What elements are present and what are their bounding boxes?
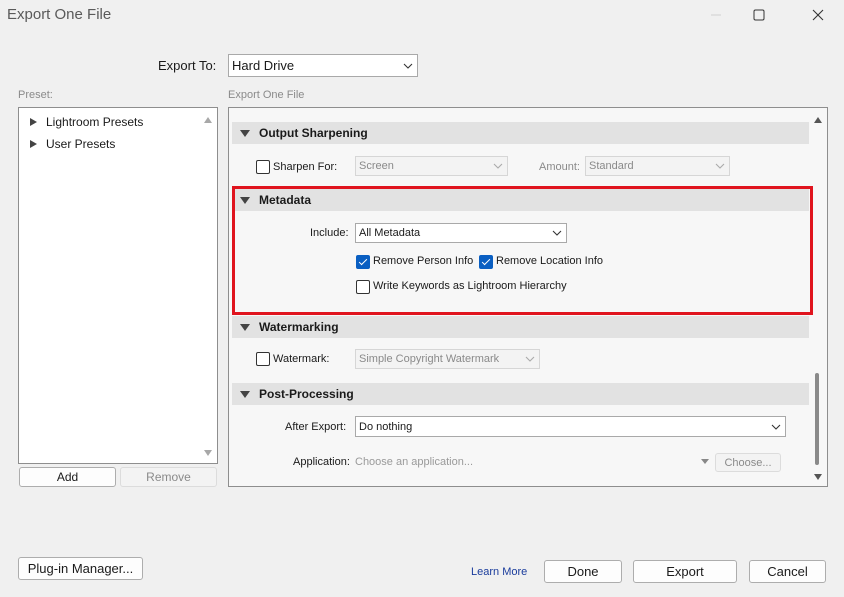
- remove-preset-button[interactable]: Remove: [120, 467, 217, 487]
- export-panel-label: Export One File: [228, 89, 305, 101]
- after-export-value: Do nothing: [359, 420, 413, 433]
- amount-dropdown[interactable]: Standard: [585, 156, 730, 176]
- choose-application-button[interactable]: Choose...: [715, 453, 781, 472]
- cancel-button[interactable]: Cancel: [749, 560, 826, 583]
- metadata-highlight-box: [232, 186, 813, 315]
- triangle-down-icon: [240, 129, 250, 137]
- triangle-right-icon: [30, 140, 37, 148]
- preset-item-user-presets[interactable]: User Presets: [30, 137, 115, 151]
- section-title: Output Sharpening: [259, 126, 368, 140]
- maximize-icon: [753, 9, 765, 21]
- export-to-value: Hard Drive: [232, 58, 295, 73]
- section-title: Watermarking: [259, 320, 339, 334]
- maximize-button[interactable]: [736, 0, 782, 30]
- post-processing-header[interactable]: Post-Processing: [232, 383, 809, 405]
- application-field[interactable]: Choose an application...: [355, 456, 473, 468]
- watermark-value: Simple Copyright Watermark: [359, 353, 500, 365]
- scroll-down-icon[interactable]: [204, 450, 212, 456]
- plugin-manager-button[interactable]: Plug-in Manager...: [18, 557, 143, 580]
- export-to-dropdown[interactable]: Hard Drive: [228, 54, 418, 77]
- triangle-down-icon: [240, 323, 250, 331]
- chevron-down-icon: [767, 417, 785, 436]
- close-button[interactable]: [795, 0, 841, 30]
- amount-value: Standard: [589, 160, 634, 172]
- preset-list[interactable]: Lightroom Presets User Presets: [18, 107, 218, 464]
- preset-item-lightroom-presets[interactable]: Lightroom Presets: [30, 115, 143, 129]
- amount-label: Amount:: [539, 161, 580, 173]
- after-export-dropdown[interactable]: Do nothing: [355, 416, 786, 437]
- sharpen-for-checkbox[interactable]: [256, 160, 270, 174]
- export-panel-scrollbar-thumb[interactable]: [815, 373, 819, 465]
- triangle-right-icon: [30, 118, 37, 126]
- scroll-up-icon[interactable]: [204, 117, 212, 123]
- watermark-label: Watermark:: [273, 353, 330, 365]
- watermarking-header[interactable]: Watermarking: [232, 316, 809, 338]
- after-export-label: After Export:: [285, 421, 347, 433]
- application-label: Application:: [293, 456, 350, 468]
- done-button[interactable]: Done: [544, 560, 622, 583]
- sharpen-for-dropdown[interactable]: Screen: [355, 156, 508, 176]
- section-title: Post-Processing: [259, 387, 354, 401]
- chevron-down-icon: [489, 157, 507, 175]
- title-bar: Export One File: [0, 0, 844, 30]
- export-to-label: Export To:: [158, 58, 217, 73]
- learn-more-link[interactable]: Learn More: [471, 566, 527, 578]
- sharpen-for-label: Sharpen For:: [273, 161, 338, 173]
- minimize-icon: [711, 14, 721, 16]
- chevron-down-icon: [399, 55, 417, 76]
- export-button[interactable]: Export: [633, 560, 737, 583]
- chevron-down-icon: [711, 157, 729, 175]
- scroll-up-icon[interactable]: [814, 117, 822, 123]
- minimize-button[interactable]: [693, 0, 739, 30]
- window-title: Export One File: [7, 6, 112, 23]
- sharpen-for-value: Screen: [359, 160, 394, 172]
- preset-item-label: Lightroom Presets: [46, 115, 144, 129]
- watermark-dropdown[interactable]: Simple Copyright Watermark: [355, 349, 540, 369]
- close-icon: [812, 9, 824, 21]
- watermark-checkbox[interactable]: [256, 352, 270, 366]
- chevron-down-icon: [521, 350, 539, 368]
- preset-label: Preset:: [18, 89, 53, 101]
- output-sharpening-header[interactable]: Output Sharpening: [232, 122, 809, 144]
- scroll-down-icon[interactable]: [814, 474, 822, 480]
- preset-item-label: User Presets: [46, 137, 116, 151]
- add-preset-button[interactable]: Add: [19, 467, 116, 487]
- triangle-down-icon: [240, 390, 250, 398]
- application-dropdown-icon[interactable]: [701, 459, 709, 464]
